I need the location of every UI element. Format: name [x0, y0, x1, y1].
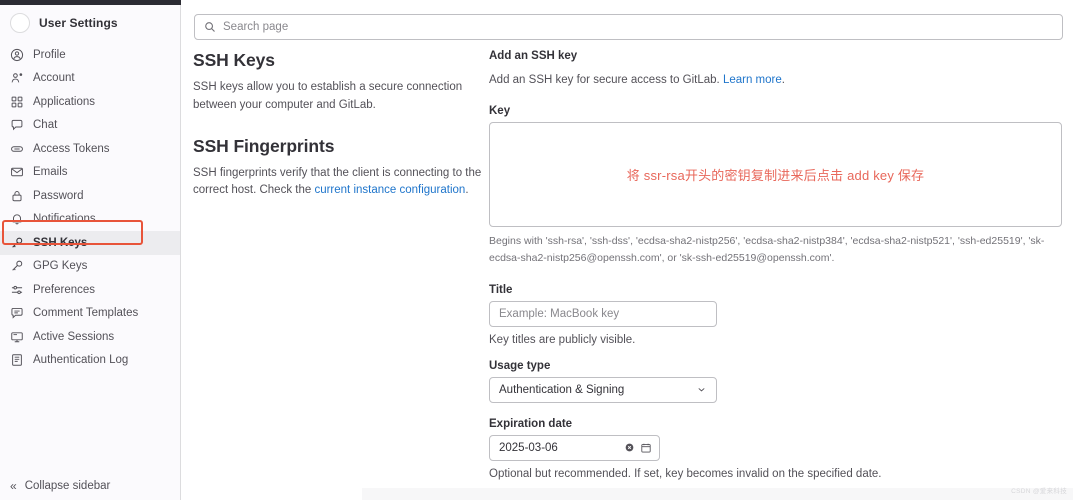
watermark: CSDN @爱来科技 [1011, 488, 1067, 495]
key-textarea[interactable]: 将 ssr-rsa开头的密钥复制进来后点击 add key 保存 [489, 122, 1062, 227]
fingerprints-text-after: . [465, 184, 469, 197]
title-placeholder: Example: MacBook key [499, 307, 620, 320]
search-placeholder: Search page [223, 21, 289, 33]
sidebar-item-password[interactable]: Password [0, 184, 180, 208]
annotation-key-instruction: 将 ssr-rsa开头的密钥复制进来后点击 add key 保存 [626, 168, 925, 183]
key-label: Key [489, 105, 511, 117]
add-ssh-key-subtitle: Add an SSH key for secure access to GitL… [489, 74, 1063, 86]
sidebar-item-account[interactable]: Account [0, 67, 180, 91]
sidebar-item-label: Emails [33, 166, 68, 179]
chevron-down-icon [696, 384, 707, 395]
chat-bubble-icon [9, 118, 24, 133]
chevron-double-left-icon: « [10, 479, 17, 493]
sidebar-item-applications[interactable]: Applications [0, 90, 180, 114]
page-bottom-strip [362, 488, 1073, 500]
sidebar-item-ssh-keys[interactable]: SSH Keys [0, 231, 180, 255]
sidebar-item-label: Preferences [33, 283, 96, 296]
sidebar-header: User Settings [0, 5, 180, 39]
title-helper-text: Key titles are publicly visible. [489, 333, 636, 346]
ssh-keys-description: SSH keys allow you to establish a secure… [193, 81, 463, 111]
sidebar-item-label: Authentication Log [33, 354, 129, 367]
key-helper-text: Begins with 'ssh-rsa', 'ssh-dss', 'ecdsa… [489, 235, 1045, 264]
learn-more-link[interactable]: Learn more [723, 74, 782, 86]
description-column: SSH Keys SSH keys allow you to establish… [193, 50, 483, 200]
log-list-icon [9, 353, 24, 368]
sidebar-item-label: Notifications [33, 213, 96, 226]
search-page-input[interactable]: Search page [194, 14, 1063, 40]
expiration-helper-text: Optional but recommended. If set, key be… [489, 467, 882, 480]
search-icon [204, 21, 216, 33]
gitlab-user-settings-page: User Settings Profile Account Applicatio… [0, 0, 1073, 500]
sidebar-item-label: Applications [33, 95, 96, 108]
sidebar-item-label: Profile [33, 48, 66, 61]
sidebar-item-notifications[interactable]: Notifications [0, 208, 180, 232]
grid-apps-icon [9, 94, 24, 109]
calendar-icon[interactable] [640, 442, 652, 454]
sidebar-item-label: Account [33, 72, 75, 85]
expiration-date-group: Expiration date 2025-03-06 Optional but … [489, 418, 1063, 480]
sidebar-item-label: Access Tokens [33, 142, 110, 155]
key-icon [9, 259, 24, 274]
comment-icon [9, 306, 24, 321]
sidebar-item-preferences[interactable]: Preferences [0, 278, 180, 302]
main-content: Search page SSH Keys SSH keys allow you … [181, 5, 1073, 500]
sidebar-title: User Settings [39, 15, 118, 30]
collapse-sidebar-label: Collapse sidebar [24, 480, 111, 492]
sidebar-item-comment-templates[interactable]: Comment Templates [0, 302, 180, 326]
expiration-date-value: 2025-03-06 [499, 441, 558, 454]
sidebar-item-label: Chat [33, 119, 58, 132]
expiration-date-label: Expiration date [489, 417, 573, 430]
sidebar-item-label: SSH Keys [33, 236, 88, 249]
settings-sidebar: User Settings Profile Account Applicatio… [0, 5, 181, 500]
clear-circle-icon[interactable] [624, 442, 635, 453]
sidebar-item-chat[interactable]: Chat [0, 114, 180, 138]
key-field-group: Key 将 ssr-rsa开头的密钥复制进来后点击 add key 保存 Beg… [489, 105, 1063, 267]
user-circle-icon [9, 47, 24, 62]
add-ssh-key-form: Add an SSH key Add an SSH key for secure… [489, 50, 1063, 500]
ssh-fingerprints-heading: SSH Fingerprints [193, 135, 335, 156]
sidebar-item-profile[interactable]: Profile [0, 43, 180, 67]
sliders-icon [9, 282, 24, 297]
title-input[interactable]: Example: MacBook key [489, 300, 717, 327]
usage-type-select[interactable]: Authentication & Signing [489, 376, 717, 403]
sidebar-item-emails[interactable]: Emails [0, 161, 180, 185]
collapse-sidebar-button[interactable]: « Collapse sidebar [0, 476, 181, 496]
usage-type-value: Authentication & Signing [499, 383, 625, 396]
current-instance-configuration-link[interactable]: current instance configuration [314, 184, 465, 196]
subtitle-text-after: . [781, 74, 785, 86]
account-person-icon [9, 71, 24, 86]
sidebar-item-gpg-keys[interactable]: GPG Keys [0, 255, 180, 279]
sidebar-item-active-sessions[interactable]: Active Sessions [0, 325, 180, 349]
sidebar-nav: Profile Account Applications Chat Access… [0, 39, 180, 372]
ssh-fingerprints-description: SSH fingerprints verify that the client … [193, 165, 483, 201]
avatar-circle-icon [10, 12, 30, 33]
date-input-icons [624, 442, 652, 454]
sidebar-item-label: GPG Keys [33, 260, 88, 273]
usage-type-group: Usage type Authentication & Signing [489, 360, 1063, 403]
bell-icon [9, 212, 24, 227]
title-label: Title [489, 283, 513, 296]
subtitle-text-before: Add an SSH key for secure access to GitL… [489, 74, 723, 86]
monitor-icon [9, 329, 24, 344]
add-ssh-key-heading: Add an SSH key [489, 50, 578, 62]
lock-icon [9, 188, 24, 203]
sidebar-item-label: Comment Templates [33, 307, 139, 320]
sidebar-item-authentication-log[interactable]: Authentication Log [0, 349, 180, 373]
sidebar-item-label: Password [33, 189, 84, 202]
title-field-group: Title Example: MacBook key Key titles ar… [489, 284, 1063, 346]
token-pill-icon [9, 141, 24, 156]
sidebar-item-label: Active Sessions [33, 330, 115, 343]
envelope-icon [9, 165, 24, 180]
usage-type-label: Usage type [489, 359, 551, 372]
ssh-keys-heading: SSH Keys [193, 50, 275, 70]
sidebar-item-access-tokens[interactable]: Access Tokens [0, 137, 180, 161]
key-icon [9, 235, 24, 250]
expiration-date-input[interactable]: 2025-03-06 [489, 434, 660, 461]
